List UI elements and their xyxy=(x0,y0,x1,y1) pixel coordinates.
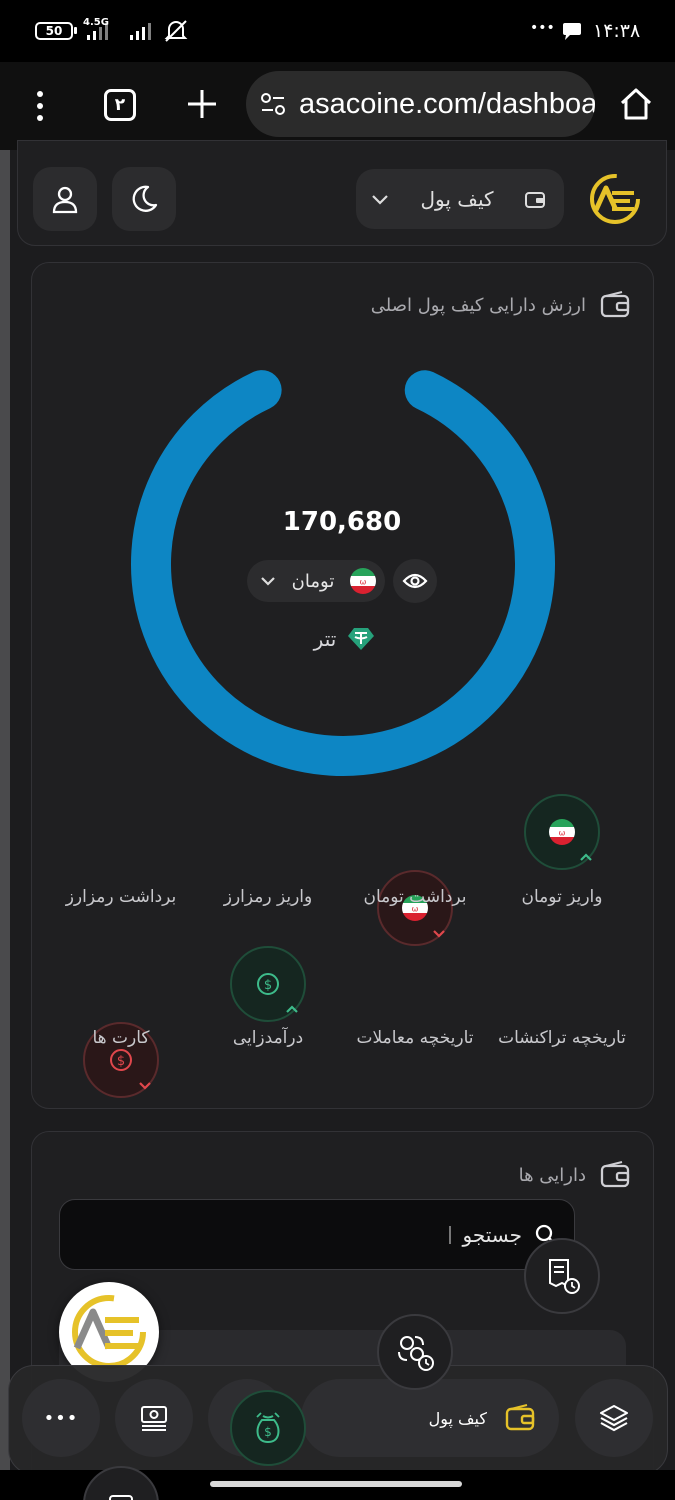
svg-text:ѡ: ѡ xyxy=(360,578,367,587)
profile-button[interactable] xyxy=(33,167,97,231)
bell-muted-icon xyxy=(164,20,188,42)
action-label-7: درآمدزایی xyxy=(232,1028,304,1048)
action-button-6[interactable] xyxy=(377,1314,453,1390)
exchange-history-icon xyxy=(398,1336,434,1371)
status-bar: 50 4.5G ••• ۱۴:۳۸ xyxy=(0,0,675,62)
chevron-up-icon xyxy=(286,1005,298,1013)
assets-title: دارایی ها xyxy=(518,1164,586,1186)
main-wallet-title: ارزش دارایی کیف پول اصلی xyxy=(370,294,586,316)
search-input[interactable]: جستجو xyxy=(463,1223,522,1247)
action-label-4: برداشت رمزارز xyxy=(65,887,177,907)
banknote-icon xyxy=(141,1406,167,1431)
wallet-selector[interactable]: کیف پول xyxy=(356,169,564,229)
more-status-dots: ••• xyxy=(530,20,555,36)
action-button-3[interactable]: $ xyxy=(230,946,306,1022)
nav-market-button[interactable] xyxy=(115,1379,193,1457)
battery-level: 50 xyxy=(45,24,63,38)
url-text: asacoine.com/dashboard xyxy=(299,87,595,120)
wallet-icon xyxy=(524,192,545,208)
action-label-1: واریز تومان xyxy=(521,887,603,907)
more-dots-icon: ••• xyxy=(43,1407,79,1429)
tether-icon xyxy=(348,628,375,650)
legend-tether-label: تتر xyxy=(313,627,337,651)
layers-icon xyxy=(599,1404,629,1432)
assets-search-field[interactable]: جستجو xyxy=(59,1199,575,1270)
tabs-button[interactable]: ۲ xyxy=(104,89,136,121)
address-bar[interactable]: asacoine.com/dashboard xyxy=(246,71,595,137)
nav-wallet-button[interactable]: کیف پول xyxy=(301,1379,559,1457)
browser-menu-icon[interactable] xyxy=(28,86,52,126)
wallet-icon xyxy=(600,291,630,318)
search-cursor xyxy=(448,1225,451,1244)
chevron-up-icon xyxy=(580,853,592,861)
wallet-icon xyxy=(600,1161,630,1188)
user-icon xyxy=(52,186,78,214)
theme-toggle-button[interactable] xyxy=(112,167,176,231)
eye-icon xyxy=(402,573,428,589)
home-icon[interactable] xyxy=(618,86,654,122)
battery-icon: 50 xyxy=(35,22,73,40)
nav-wallet-label: کیف پول xyxy=(428,1408,487,1428)
chat-icon xyxy=(563,23,581,40)
svg-text:ѡ: ѡ xyxy=(559,829,566,838)
receipt-history-icon xyxy=(549,1259,580,1294)
wallet-icon xyxy=(505,1404,535,1431)
ring-legend: تتر xyxy=(300,622,390,656)
wallet-selector-label: کیف پول xyxy=(420,187,494,211)
new-tab-icon[interactable] xyxy=(186,88,218,120)
chevron-down-icon xyxy=(139,1082,151,1090)
tab-count: ۲ xyxy=(114,95,126,115)
ace-logo[interactable] xyxy=(588,172,642,226)
home-indicator[interactable] xyxy=(210,1481,462,1487)
action-button-5[interactable] xyxy=(524,1238,600,1314)
svg-text:$: $ xyxy=(264,978,272,993)
chevron-down-icon xyxy=(433,930,445,938)
iran-flag-icon: ѡ xyxy=(350,568,376,594)
signal-icon xyxy=(87,23,151,40)
chevron-down-icon xyxy=(372,195,388,205)
card-icon xyxy=(109,1495,133,1500)
ace-logo-icon xyxy=(72,1295,146,1369)
currency-label: تومان xyxy=(291,570,335,592)
more-menu-button[interactable]: ••• xyxy=(22,1379,100,1457)
nav-layers-button[interactable] xyxy=(575,1379,653,1457)
action-button-7[interactable]: $ xyxy=(230,1390,306,1466)
action-label-2: برداشت تومان xyxy=(363,887,467,907)
currency-selector[interactable]: تومان ѡ xyxy=(247,560,385,602)
action-label-5: تاریخچه تراکنشات xyxy=(498,1028,626,1048)
main-wallet-header: ارزش دارایی کیف پول اصلی xyxy=(340,288,630,322)
chevron-down-icon xyxy=(261,577,275,586)
assets-header: دارایی ها xyxy=(440,1158,630,1192)
money-bag-icon: $ xyxy=(256,1412,280,1444)
site-settings-icon[interactable] xyxy=(260,92,286,116)
action-label-8: کارت ها xyxy=(92,1028,150,1048)
battery-tip xyxy=(74,27,77,34)
dollar-coin-icon: $ xyxy=(257,973,279,995)
page-scrollbar[interactable] xyxy=(0,150,10,1470)
clock: ۱۴:۳۸ xyxy=(593,20,641,42)
action-label-6: تاریخچه معاملات xyxy=(356,1028,474,1048)
action-label-3: واریز رمزارز xyxy=(223,887,313,907)
moon-icon xyxy=(132,185,158,212)
svg-text:$: $ xyxy=(117,1054,125,1069)
wallet-balance: 170,680 xyxy=(282,507,402,537)
toggle-visibility-button[interactable] xyxy=(393,559,437,603)
svg-text:$: $ xyxy=(264,1425,272,1439)
browser-toolbar: ۲ asacoine.com/dashboard xyxy=(0,62,675,150)
iran-flag-icon: ѡ xyxy=(549,819,575,845)
action-button-1[interactable]: ѡ xyxy=(524,794,600,870)
